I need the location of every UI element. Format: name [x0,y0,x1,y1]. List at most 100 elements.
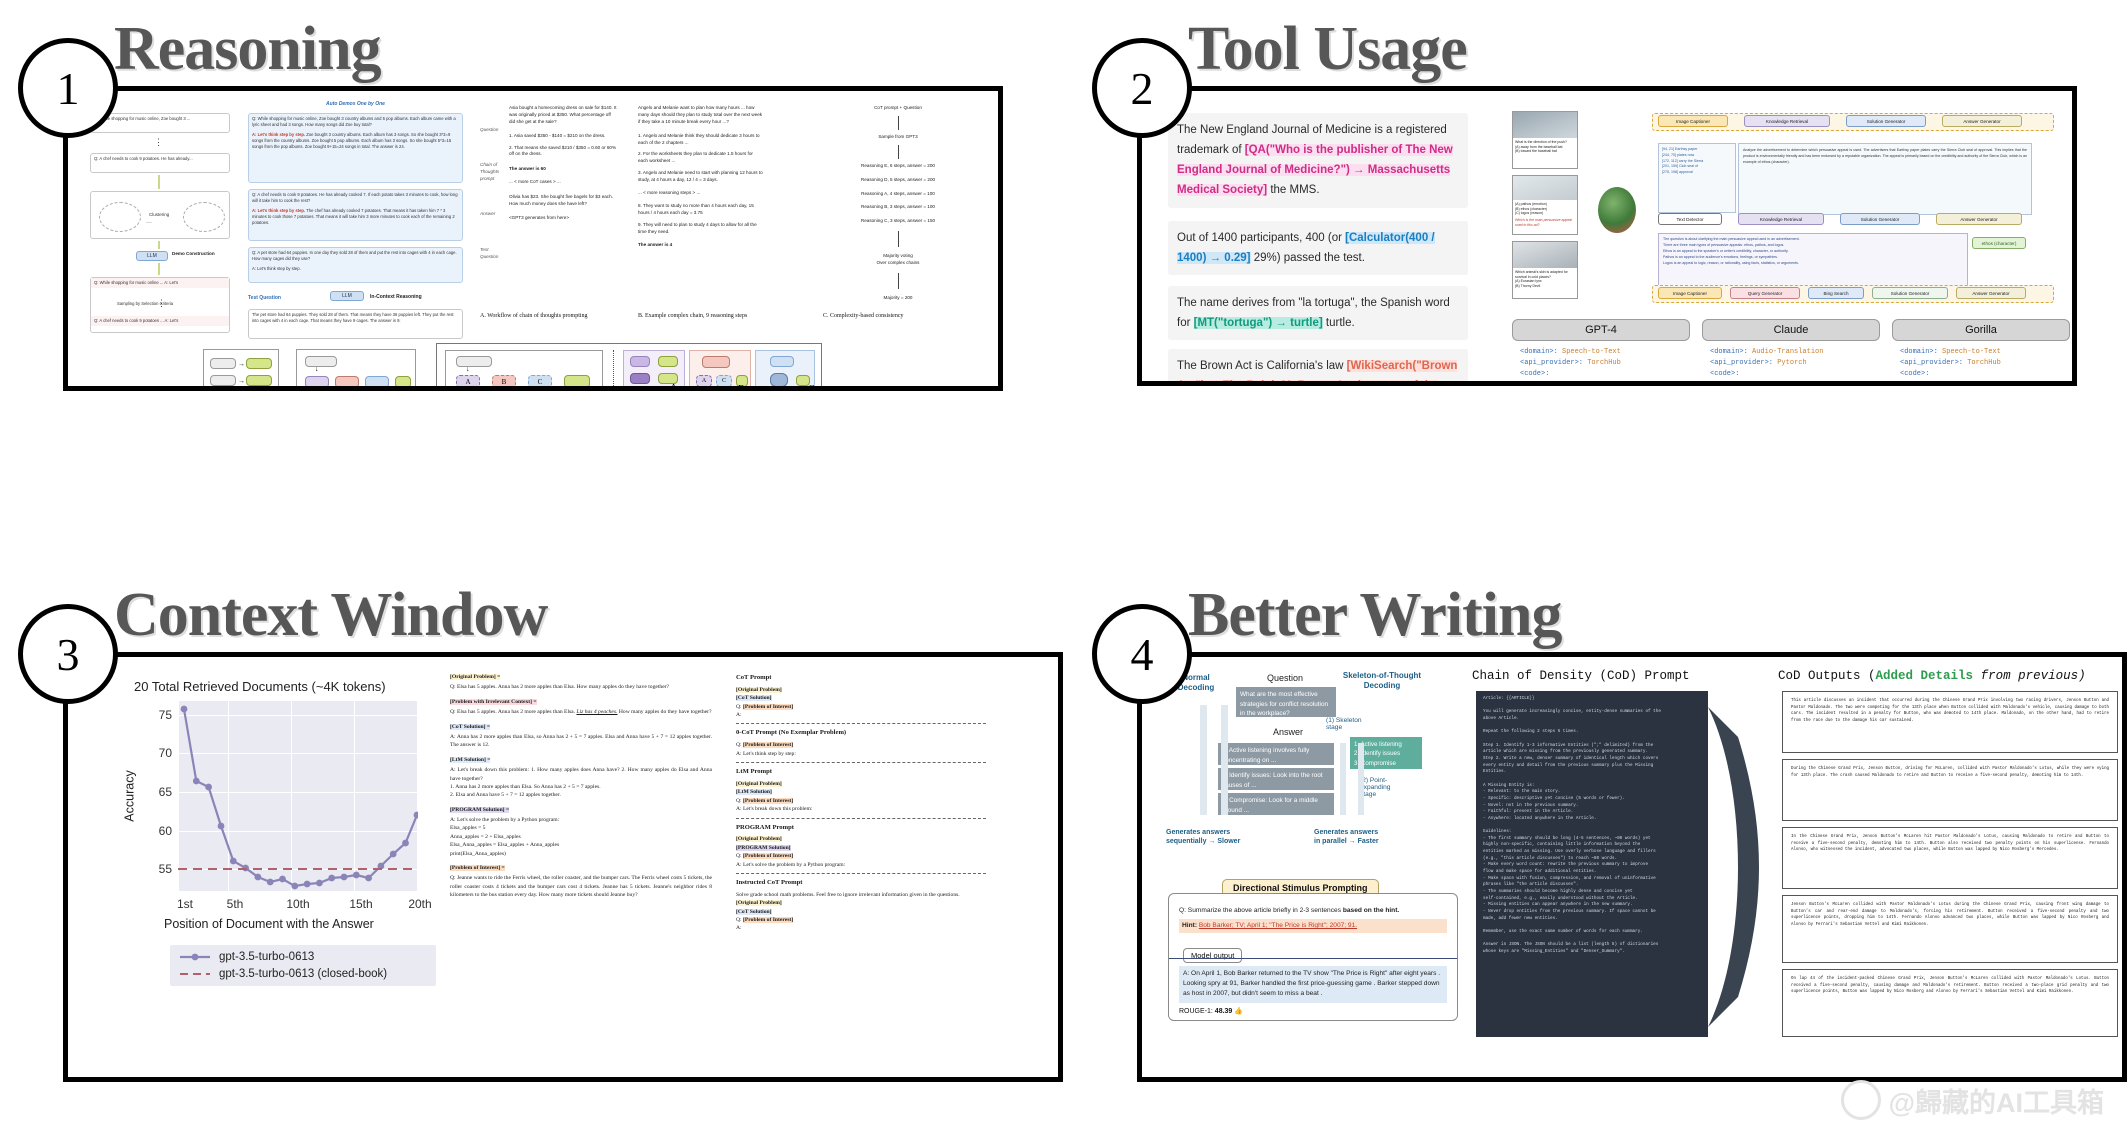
p2-ex2-post: turtle. [1322,317,1355,330]
p4-cod-terminal: Article: {{ARTICLE}} You will generate i… [1476,691,1708,1037]
p4-question-box: What are the most effective strategies f… [1236,687,1336,717]
p1-decomposer-prompt-box: A B C ↓ ••• [445,350,603,386]
weibo-icon [1840,1080,1881,1120]
p3-c2-t5: [PROGRAM Solution] = [450,806,510,813]
p3-c3-l5-1: [Original Problem] [736,900,782,907]
p1-q2-text: Q: A chef needs to cook 9 potatoes. He h… [94,156,193,161]
p3-c3-l4-3: A: Let's solve the problem by a Python p… [736,861,846,868]
thumbs-up-icon: 👍 [1234,1007,1243,1015]
p2-gorilla-domain-val: Speech-to-Text [1937,348,2001,356]
p1-q1-text: Q: While shopping for music online, Zoe … [94,116,191,121]
p1-test-question-label: Test Question [248,295,281,301]
p4-answer-label: Answer [1272,727,1303,737]
p3-c3-l5-2: [CoT Solution] [736,908,772,915]
p3-c3-l3-0: [Original Problem] [736,781,782,788]
p2-chain3-node-2: Bing Search [1808,287,1864,299]
watermark: @歸藏的AI工具箱 [1840,1080,2104,1120]
p4-sot-diagram: Normal Decoding Question Skeleton-of-Tho… [1164,669,1432,869]
p2-gorilla-code-key: <code>: [1900,369,1930,378]
p2-agent-diagram: What is the direction of the push? (A) a… [1512,109,2060,309]
p3-c3-h3: LtM Prompt [736,768,772,776]
p2-bullet-4: Logos is an appeal to logic, reason, or … [1663,260,1799,265]
p2-img2-question: Which is the main persuasive appeal used… [1515,218,1573,227]
p2-chain2-node-3: Answer Generator [1936,213,2022,225]
p2-claude-code-key: <code>: [1710,369,1740,378]
legend-label-0: gpt-3.5-turbo-0613 [219,951,315,963]
p3-c3-h1: CoT Prompt [736,674,772,681]
p2-chain3-node-1: Query Generator [1730,287,1800,299]
p3-c2-b4: A: Let's break down this problem: 1. How… [450,767,712,799]
p2-chain2-node-1: Knowledge Retrieval [1738,213,1824,225]
chart-retrieval-accuracy: 20 Total Retrieved Documents (~4K tokens… [123,679,436,999]
p2-chain2-node-0: Text Detector [1658,213,1722,225]
p3-c2-b1: Q: Elsa has 5 apples. Anna has 2 more ap… [450,684,670,691]
p3-c2-t6: [Problem of Interest] = [450,865,505,872]
p3-c3-l5-0: Solve grade school math problems. Feel f… [736,891,960,898]
p2-claude-domain-val: Audio-Translation [1747,348,1824,356]
p1-colB-more: ... < more reasoning steps > ... [638,190,701,196]
p3-c2-b2b: How many apples do they have together? [617,709,712,716]
p4-cod-out-c: from previous) [1973,669,2086,683]
p2-code-card-gpt4: GPT-4 <domain>: Speech-to-Text <api_prov… [1512,319,1690,386]
p4-cod-output-2: In the Chinese Grand Prix, Jenson Button… [1782,827,2118,889]
p1-demo-3: Q: A pet store had 64 puppies. In one da… [248,247,463,283]
p2-chain1-node-0: Image Captioner [1658,115,1728,127]
panel-number-2: 2 [1092,38,1192,138]
p1-node-b: B [492,375,516,386]
panel-frame-4: Normal Decoding Question Skeleton-of-Tho… [1137,652,2127,1082]
panel-number-3: 3 [18,604,118,704]
p2-example-0: The New England Journal of Medicine is a… [1168,113,1468,208]
p2-gorilla-api-val: TorchHub [1963,358,2001,367]
p2-chain3-node-4: Answer Generator [1956,287,2026,299]
p4-dsp-question: Q: Summarize the above article briefly i… [1179,906,1447,916]
p2-gpt4-api-val: TorchHub [1583,358,1621,367]
p1-colB-q: Angelo and Melanie want to plan how many… [638,105,763,124]
panel-frame-1: Q: While shopping for music online, Zoe … [63,86,1003,391]
panel-frame-3: 20 Total Retrieved Documents (~4K tokens… [63,652,1063,1082]
p2-agent-note: Analyze the advertisement to determine w… [1738,143,2032,215]
p2-claude-domain-key: <domain>: [1710,348,1748,356]
chart-series-markers [180,705,418,890]
p1-answer-box: The pet store had 64 puppies. They sold … [248,309,463,339]
p2-code-header-gpt4: GPT-4 [1512,319,1690,341]
p1-sampling-label: Sampling by Selection Criteria [117,301,174,306]
panel-number-4: 4 [1092,604,1192,704]
p3-c3-l4-0: [Original Problem] [736,836,782,843]
legend-label-1: gpt-3.5-turbo-0613 (closed-book) [219,968,388,980]
chart-svg [178,705,418,890]
p1-node-c: C [528,375,552,386]
p4-cod-out-b: Added Details [1875,669,1974,683]
p2-gpt4-domain-key: <domain>: [1520,348,1558,356]
chart-ytick-3: 70 [158,746,172,760]
p2-gpt4-code-key: <code>: [1520,369,1550,378]
p1-subtask-b: A C ••• B [689,350,751,386]
p2-gpt4-l0: asr_model = [1520,380,1567,386]
p4-model-output-label: Model output [1183,948,1243,963]
p1-node-a: A [456,375,480,386]
p1-colB-ans: The answer is 4 [638,242,673,248]
legend-marker-dashed [180,973,210,975]
p1-demo-q2: Q: A chef needs to cook 9 potatoes. He h… [90,153,230,173]
p1-colA-gen: <GPT3 generates from here> [509,214,570,220]
p1-s1-text: Q: While shopping for music online ... A… [91,278,229,289]
p2-chain2-node-2: Solution Generator [1840,213,1920,225]
p4-point-stage-label: (2) Point- expanding stage [1360,777,1391,798]
p1-sideA-question: Question [480,127,499,132]
p4-dsp-answer: A: On April 1, Bob Barker returned to th… [1179,966,1447,1003]
p2-code-card-gorilla: Gorilla <domain>: Speech-to-Text <api_pr… [1892,319,2070,381]
p1-subtask-label-a: A [670,383,678,391]
p4-cod-output-1: During the Chinese Grand Prix, Jenson Bu… [1782,759,2118,821]
p3-c2-b3: A: Anna has 2 more apples than Elsa, so … [450,733,712,749]
p1-colC-row-2: Reasoning A, 4 steps, answer = 100 [861,190,935,196]
p3-c3-l3-1: [LtM Solution] [736,789,772,796]
panel-title-1: Reasoning [114,15,382,83]
p1-colC-row-3: Reasoning B, 3 steps, answer = 100 [861,204,935,210]
p3-c3-l2-1: A: Let's think step by step: [736,750,796,757]
p4-dsp-q-bold: based on the hint. [1342,907,1400,914]
p1-colC-row-4: Reasoning C, 3 steps, answer = 150 [860,218,936,224]
p4-dsp-q-pre: Q: Summarize the above article briefly i… [1179,907,1343,914]
p1-colC-sample: Sample from GPT3 [878,133,918,139]
chart-xtick-2: 10th [286,897,310,911]
chart-xlabel: Position of Document with the Answer [164,917,374,931]
panel-frame-2: The New England Journal of Medicine is a… [1137,86,2077,386]
